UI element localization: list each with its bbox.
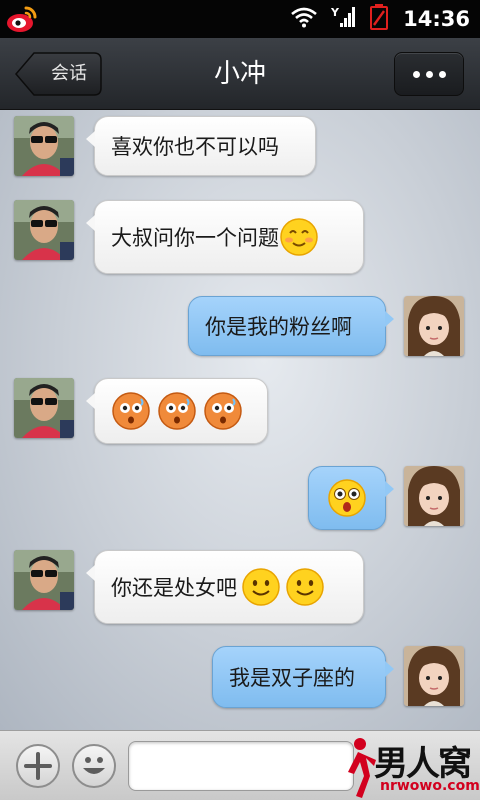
outgoing-message-bubble[interactable]: 你是我的粉丝啊 (188, 296, 394, 356)
incoming-message-bubble[interactable]: 你还是处女吧 (86, 550, 364, 624)
status-bar: Y 14:36 (0, 0, 480, 38)
surprised-face-emoji-icon (327, 478, 367, 518)
contact-avatar[interactable] (14, 378, 74, 438)
message-input[interactable] (128, 741, 354, 791)
wifi-icon (291, 6, 317, 32)
contact-avatar[interactable] (14, 116, 74, 176)
contact-avatar[interactable] (14, 550, 74, 610)
smile-face-emoji-icon (241, 567, 281, 607)
nav-bar: 会话 小冲 (0, 38, 480, 110)
more-options-button[interactable] (394, 52, 464, 96)
message-text: 我是双子座的 (229, 666, 355, 690)
battery-low-icon (369, 4, 389, 34)
emoji-picker-button[interactable] (72, 744, 116, 788)
more-dots-icon (412, 70, 420, 78)
chat-title: 小冲 (213, 59, 266, 89)
blush-smile-emoji-icon (279, 217, 319, 257)
chat-messages-area[interactable]: 喜欢你也不可以吗 大叔问你一个问题 你是我的粉丝啊 你还是处女吧 我是双子座的 (0, 110, 480, 730)
plus-icon (24, 752, 52, 780)
shocked-face-emoji-icon (203, 391, 243, 431)
my-avatar[interactable] (404, 296, 464, 356)
contact-avatar[interactable] (14, 200, 74, 260)
shocked-face-emoji-icon (157, 391, 197, 431)
attach-plus-button[interactable] (16, 744, 60, 788)
my-avatar[interactable] (404, 646, 464, 706)
outgoing-message-bubble[interactable] (308, 466, 394, 530)
smile-face-emoji-icon (285, 567, 325, 607)
running-figure-icon (348, 738, 376, 798)
watermark-url: nrwowo.com (380, 778, 480, 794)
status-time: 14:36 (403, 7, 470, 31)
message-text: 你是我的粉丝啊 (205, 315, 352, 339)
signal-icon: Y (330, 5, 356, 33)
incoming-message-bubble[interactable]: 喜欢你也不可以吗 (86, 116, 316, 176)
svg-text:Y: Y (331, 6, 340, 19)
shocked-face-emoji-icon (111, 391, 151, 431)
message-text: 大叔问你一个问题 (111, 226, 279, 250)
back-button-label: 会话 (51, 63, 87, 84)
outgoing-message-bubble[interactable]: 我是双子座的 (212, 646, 394, 708)
incoming-message-bubble[interactable] (86, 378, 268, 444)
message-text: 喜欢你也不可以吗 (111, 135, 279, 159)
incoming-message-bubble[interactable]: 大叔问你一个问题 (86, 200, 364, 274)
message-text: 你还是处女吧 (111, 576, 237, 600)
site-watermark-logo: 男人窝 nrwowo.com (340, 734, 480, 800)
back-to-conversations-button[interactable]: 会话 (14, 52, 102, 96)
smiley-icon (83, 757, 105, 774)
weibo-app-icon (6, 4, 38, 34)
my-avatar[interactable] (404, 466, 464, 526)
